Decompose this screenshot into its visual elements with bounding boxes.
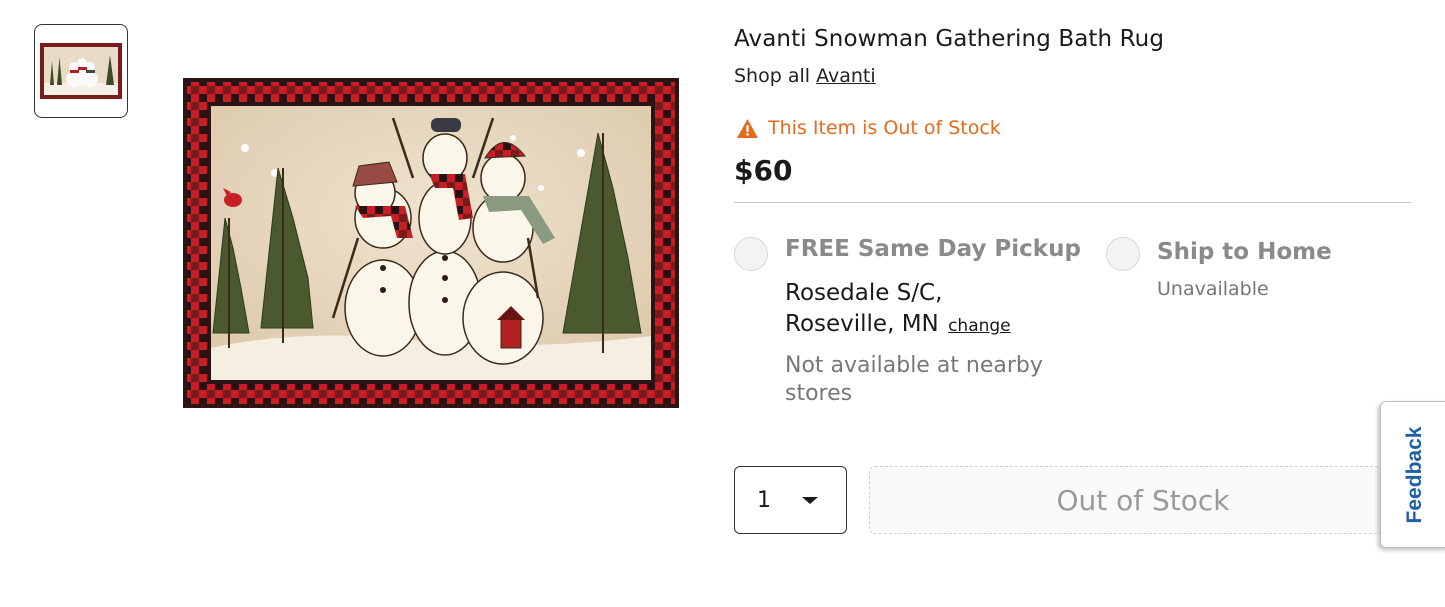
change-store-link[interactable]: change — [948, 316, 1011, 336]
pickup-status: Not available at nearby stores — [785, 353, 1043, 406]
warning-icon — [737, 118, 758, 138]
pickup-option-title: FREE Same Day Pickup — [785, 236, 1081, 262]
quantity-value: 1 — [757, 487, 771, 513]
feedback-label: Feedback — [1403, 426, 1426, 524]
shop-all-line: Shop all Avanti — [734, 65, 876, 87]
brand-link[interactable]: Avanti — [816, 65, 876, 87]
thumbnail-image — [40, 43, 122, 99]
chevron-down-icon — [802, 497, 818, 504]
stock-alert-text: This Item is Out of Stock — [768, 117, 1001, 139]
out-of-stock-button[interactable]: Out of Stock — [869, 466, 1417, 534]
rug-illustration — [183, 78, 679, 408]
feedback-tab[interactable]: Feedback — [1380, 401, 1445, 548]
store-name: Rosedale S/C, Roseville, MN — [785, 280, 943, 337]
section-divider — [734, 202, 1411, 203]
ship-option-title: Ship to Home — [1157, 239, 1332, 265]
product-main-image[interactable] — [183, 78, 679, 408]
shop-all-prefix: Shop all — [734, 65, 811, 87]
ship-status: Unavailable — [1157, 278, 1269, 300]
stock-alert: This Item is Out of Stock — [736, 117, 1001, 139]
ship-radio[interactable] — [1106, 237, 1140, 271]
product-thumbnail[interactable] — [34, 24, 128, 118]
pickup-radio[interactable] — [734, 237, 768, 271]
pickup-store: Rosedale S/C, Roseville, MN change — [785, 278, 1055, 342]
quantity-select[interactable]: 1 — [734, 466, 847, 534]
product-title: Avanti Snowman Gathering Bath Rug — [734, 26, 1165, 52]
product-price: $60 — [734, 154, 793, 187]
